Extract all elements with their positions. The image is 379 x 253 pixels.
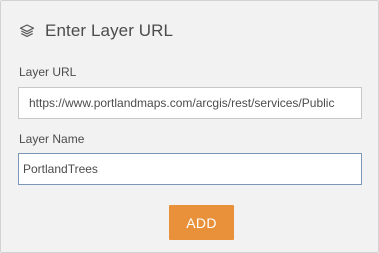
add-button[interactable]: ADD <box>169 205 234 240</box>
layer-url-label: Layer URL <box>19 65 77 79</box>
layer-name-input[interactable] <box>18 153 362 185</box>
add-layer-panel: Enter Layer URL Layer URL Layer Name ADD <box>0 0 379 253</box>
layer-url-input[interactable] <box>18 87 362 119</box>
panel-title: Enter Layer URL <box>45 21 174 40</box>
panel-header: Enter Layer URL <box>19 19 173 43</box>
layers-icon <box>19 23 35 39</box>
layer-name-label: Layer Name <box>19 132 85 146</box>
